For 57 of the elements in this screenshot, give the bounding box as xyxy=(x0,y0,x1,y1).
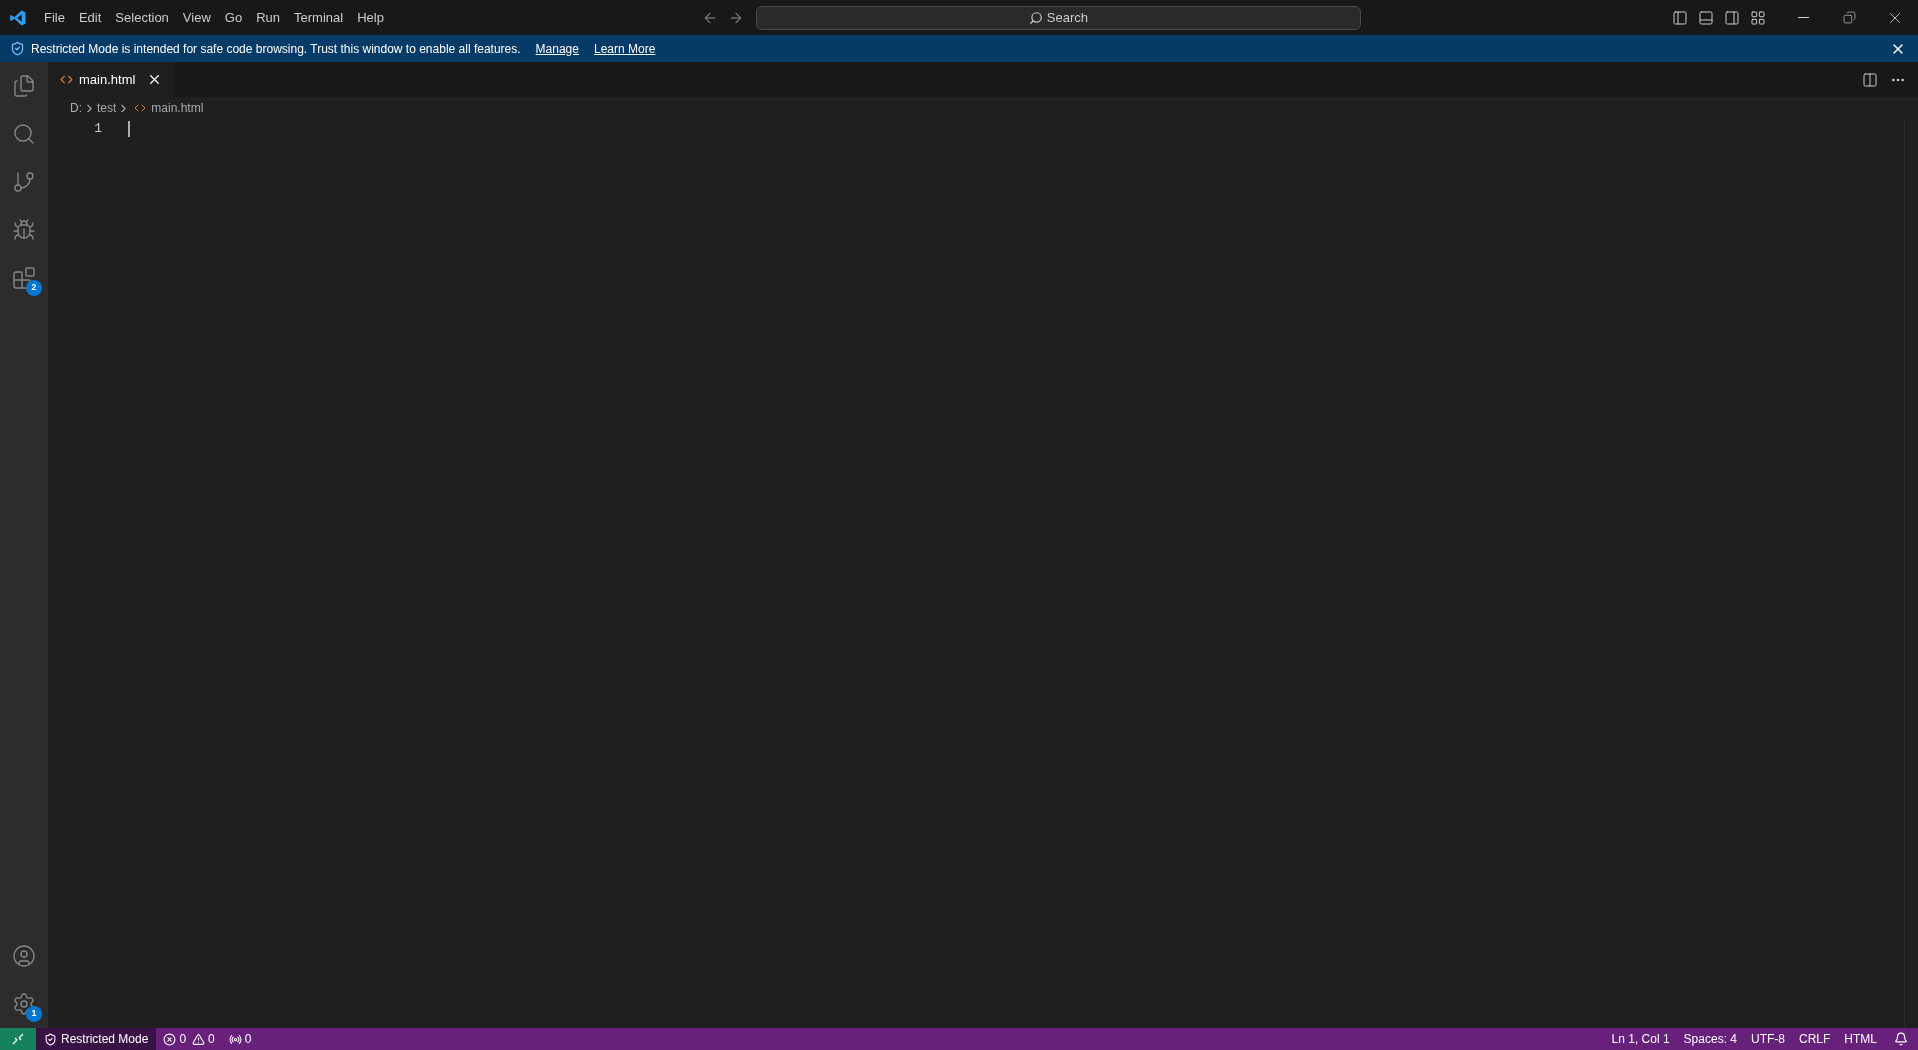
remote-icon xyxy=(12,1033,24,1045)
split-editor-icon[interactable] xyxy=(1862,71,1878,88)
extensions-icon xyxy=(12,266,36,290)
shield-icon xyxy=(10,41,25,56)
app-logo-icon xyxy=(9,8,27,27)
status-item[interactable]: UTF-8 xyxy=(1744,1028,1792,1050)
editor-tab[interactable]: main.html xyxy=(48,62,175,97)
customize-layout-icon[interactable] xyxy=(1750,9,1766,26)
menu-item[interactable]: Edit xyxy=(71,7,109,28)
minimize-icon xyxy=(1797,17,1809,18)
toggle-panel-icon[interactable] xyxy=(1698,9,1714,26)
menu-item[interactable]: Terminal xyxy=(287,7,351,28)
menu-item[interactable]: Selection xyxy=(108,7,176,28)
toggle-secondary-sidebar-icon[interactable] xyxy=(1724,9,1740,26)
breadcrumb-item[interactable]: main.html xyxy=(151,99,204,117)
banner-link[interactable]: Learn More xyxy=(593,39,656,58)
remote-button[interactable] xyxy=(0,1028,36,1050)
banner-link[interactable]: Manage xyxy=(535,39,579,58)
notifications-icon[interactable] xyxy=(1894,1032,1908,1046)
shield-icon xyxy=(44,1032,57,1046)
explorer-icon xyxy=(12,74,36,98)
html-file-icon xyxy=(60,73,73,86)
error-icon xyxy=(163,1032,177,1046)
accounts-icon xyxy=(12,944,36,968)
tab-label: main.html xyxy=(79,70,136,89)
antenna-icon xyxy=(228,1032,242,1046)
toggle-primary-sidebar-icon[interactable] xyxy=(1672,9,1688,26)
banner-message: Restricted Mode is intended for safe code browsing. Trust this window to enable all features. xyxy=(31,40,521,58)
problems-button[interactable]: 0 0 xyxy=(156,1028,222,1050)
menu-item[interactable]: Help xyxy=(350,7,391,28)
status-item[interactable]: HTML xyxy=(1837,1028,1884,1050)
menu-item[interactable]: Go xyxy=(217,7,250,28)
search-icon xyxy=(12,122,36,146)
restricted-mode-button[interactable]: Restricted Mode xyxy=(36,1028,157,1050)
status-item[interactable]: Spaces: 4 xyxy=(1676,1028,1744,1050)
run-icon xyxy=(12,218,36,242)
status-item[interactable]: CRLF xyxy=(1792,1028,1838,1050)
status-item[interactable]: Ln 1, Col 1 xyxy=(1604,1028,1677,1050)
html-file-icon xyxy=(134,102,147,114)
menu-item[interactable]: File xyxy=(37,7,72,28)
text-cursor xyxy=(128,121,130,137)
ports-button[interactable]: 0 xyxy=(221,1028,259,1050)
restore-icon xyxy=(1842,11,1856,24)
settings-icon xyxy=(12,992,36,1016)
breadcrumb-item[interactable]: test xyxy=(97,99,117,117)
count-badge: 1 xyxy=(26,1006,42,1022)
count-badge: 2 xyxy=(26,280,42,296)
breadcrumb-item[interactable]: D: xyxy=(70,99,82,117)
menu-item[interactable]: Run xyxy=(249,7,287,28)
search-box[interactable]: Search xyxy=(755,5,1361,30)
line-number: 1 xyxy=(93,120,102,138)
settings-button[interactable]: 1 xyxy=(8,988,40,1020)
menu-item[interactable]: View xyxy=(175,7,218,28)
warning-icon xyxy=(192,1032,206,1046)
search-icon xyxy=(1028,10,1043,25)
extensions-button[interactable]: 2 xyxy=(8,262,40,294)
source-control-icon xyxy=(12,170,36,194)
